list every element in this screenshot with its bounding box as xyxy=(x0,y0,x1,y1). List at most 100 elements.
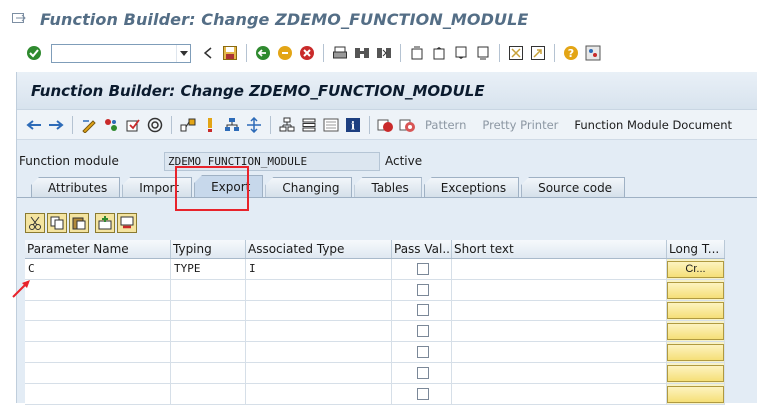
typing-cell[interactable] xyxy=(171,279,246,300)
new-session-icon[interactable] xyxy=(506,43,526,63)
pretty-printer-button[interactable]: Pretty Printer xyxy=(482,118,558,132)
parameter-name-cell[interactable] xyxy=(25,383,171,404)
delete-row-icon[interactable] xyxy=(117,213,137,233)
typing-cell[interactable]: TYPE xyxy=(171,259,246,279)
function-module-row: Function module ZDEMO_FUNCTION_MODULE Ac… xyxy=(17,150,757,172)
paste-icon[interactable] xyxy=(69,213,89,233)
help-icon[interactable]: ? xyxy=(561,43,581,63)
long-text-button[interactable] xyxy=(667,385,724,403)
short-text-cell[interactable] xyxy=(452,279,667,300)
print-icon[interactable] xyxy=(330,43,350,63)
short-text-cell[interactable] xyxy=(452,321,667,342)
insert-row-icon[interactable] xyxy=(95,213,115,233)
long-text-cell: Cr... xyxy=(667,259,725,279)
long-text-button[interactable] xyxy=(667,344,724,362)
tab-exceptions[interactable]: Exceptions xyxy=(423,177,520,197)
short-text-cell[interactable] xyxy=(452,259,667,279)
find-next-icon[interactable] xyxy=(374,43,394,63)
back-arrow-icon[interactable] xyxy=(24,115,44,135)
long-text-button[interactable] xyxy=(667,302,724,320)
cancel-icon[interactable] xyxy=(297,43,317,63)
associated-type-cell[interactable] xyxy=(246,362,392,383)
pass-value-checkbox[interactable] xyxy=(417,262,429,275)
window-menu-icon[interactable] xyxy=(12,12,30,26)
save-icon[interactable] xyxy=(220,43,240,63)
column-header-associated-type[interactable]: Associated Type xyxy=(246,240,392,258)
typing-cell[interactable] xyxy=(171,362,246,383)
typing-cell[interactable] xyxy=(171,383,246,404)
pass-value-checkbox[interactable] xyxy=(417,325,429,338)
object-list-icon[interactable] xyxy=(277,115,297,135)
column-header-parameter-name[interactable]: Parameter Name xyxy=(25,240,171,258)
pattern-button[interactable]: Pattern xyxy=(425,118,466,132)
tab-tables[interactable]: Tables xyxy=(354,177,422,197)
typing-cell[interactable] xyxy=(171,342,246,362)
parameter-name-cell[interactable] xyxy=(25,321,171,342)
external-breakpoint-icon[interactable] xyxy=(398,115,418,135)
short-text-cell[interactable] xyxy=(452,362,667,383)
hierarchy-icon[interactable] xyxy=(222,115,242,135)
forward-arrow-icon[interactable] xyxy=(46,115,66,135)
back-icon[interactable] xyxy=(253,43,273,63)
display-change-icon[interactable] xyxy=(79,115,99,135)
function-module-documentation-button[interactable]: Function Module Document xyxy=(574,118,732,132)
short-text-cell[interactable] xyxy=(452,342,667,362)
next-page-icon[interactable] xyxy=(451,43,471,63)
associated-type-cell[interactable] xyxy=(246,383,392,404)
long-text-button[interactable] xyxy=(667,364,724,382)
column-header-short-text[interactable]: Short text xyxy=(452,240,667,258)
collapse-icon[interactable] xyxy=(198,43,218,63)
column-header-typing[interactable]: Typing xyxy=(171,240,246,258)
associated-type-cell[interactable] xyxy=(246,342,392,362)
tab-changing[interactable]: Changing xyxy=(265,177,353,197)
parameter-name-cell[interactable] xyxy=(25,342,171,362)
long-text-button[interactable] xyxy=(667,281,724,299)
tab-attributes[interactable]: Attributes xyxy=(31,177,121,197)
activate-icon[interactable] xyxy=(101,115,121,135)
stack-icon[interactable] xyxy=(299,115,319,135)
enter-icon[interactable] xyxy=(24,43,44,63)
exit-icon[interactable] xyxy=(275,43,295,63)
display-object-icon[interactable] xyxy=(321,115,341,135)
insert-icon[interactable] xyxy=(200,115,220,135)
pass-value-checkbox[interactable] xyxy=(417,304,429,317)
last-page-icon[interactable] xyxy=(473,43,493,63)
parameter-name-cell[interactable] xyxy=(25,300,171,321)
cut-icon[interactable] xyxy=(25,213,45,233)
copy-icon[interactable] xyxy=(47,213,67,233)
command-field[interactable] xyxy=(51,43,191,63)
toolbar-separator xyxy=(171,115,172,134)
navigate-icon[interactable] xyxy=(244,115,264,135)
long-text-button[interactable] xyxy=(667,323,724,341)
tab-source-code[interactable]: Source code xyxy=(521,177,626,197)
pass-value-checkbox[interactable] xyxy=(417,283,429,296)
where-used-icon[interactable] xyxy=(178,115,198,135)
layout-menu-icon[interactable] xyxy=(583,43,603,63)
parameter-name-cell[interactable]: C xyxy=(25,259,171,279)
parameter-name-cell[interactable] xyxy=(25,362,171,383)
typing-cell[interactable] xyxy=(171,300,246,321)
column-header-long-text[interactable]: Long T... xyxy=(667,240,725,258)
previous-page-icon[interactable] xyxy=(429,43,449,63)
associated-type-cell[interactable] xyxy=(246,300,392,321)
typing-cell[interactable] xyxy=(171,321,246,342)
info-icon[interactable]: i xyxy=(343,115,363,135)
pass-value-checkbox[interactable] xyxy=(417,366,429,379)
column-header-pass-value[interactable]: Pass Val... xyxy=(392,240,452,258)
associated-type-cell[interactable] xyxy=(246,321,392,342)
short-text-cell[interactable] xyxy=(452,300,667,321)
first-page-icon[interactable] xyxy=(407,43,427,63)
check-icon[interactable] xyxy=(123,115,143,135)
parameter-name-cell[interactable] xyxy=(25,279,171,300)
find-icon[interactable] xyxy=(352,43,372,63)
associated-type-cell[interactable]: I xyxy=(246,259,392,279)
pass-value-checkbox[interactable] xyxy=(417,346,429,359)
chevron-down-icon[interactable] xyxy=(176,44,190,62)
associated-type-cell[interactable] xyxy=(246,279,392,300)
create-long-text-button[interactable]: Cr... xyxy=(667,260,724,278)
shortcut-icon[interactable] xyxy=(528,43,548,63)
test-icon[interactable] xyxy=(145,115,165,135)
pass-value-checkbox[interactable] xyxy=(417,387,429,400)
breakpoint-icon[interactable] xyxy=(376,115,396,135)
short-text-cell[interactable] xyxy=(452,383,667,404)
